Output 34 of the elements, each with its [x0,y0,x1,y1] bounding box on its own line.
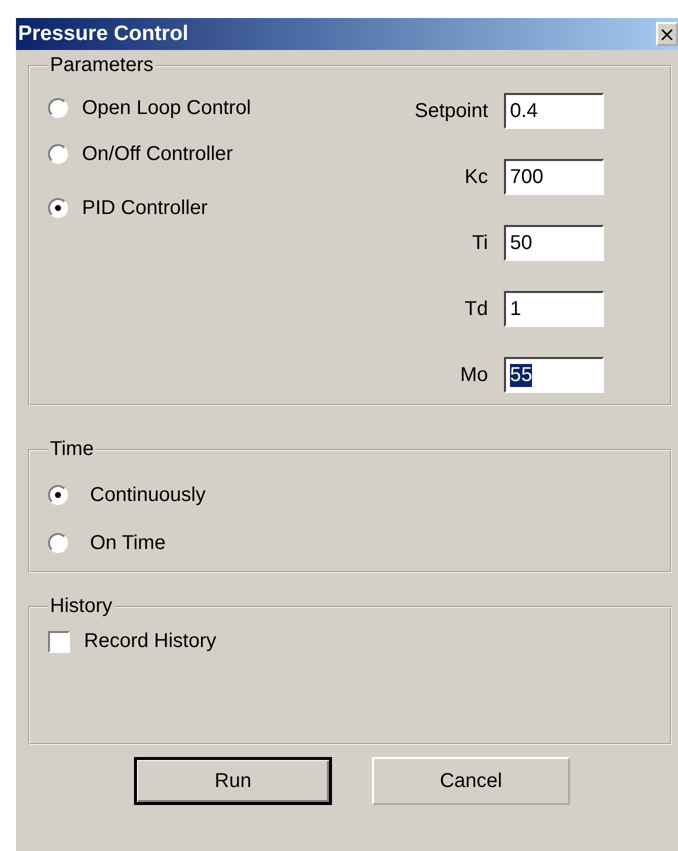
input-field[interactable]: 1 [504,291,604,327]
input-field[interactable]: 0.4 [504,93,604,129]
field-label: Td [464,298,488,320]
field-label: Setpoint [414,100,488,122]
input-field[interactable]: 700 [504,159,604,195]
checkbox-label: Record History [84,630,216,653]
radio-button[interactable] [48,198,68,218]
field-value: 700 [510,166,544,188]
field-value: 50 [510,232,532,254]
dialog-button[interactable]: Cancel [372,757,570,805]
field-label: Mo [460,364,488,386]
field-label: Ti [472,232,488,254]
radio-button[interactable] [48,533,68,553]
radio-label: On Time [90,532,166,554]
field-label: Kc [464,166,488,188]
group-title: Time [49,438,95,461]
window-title: Pressure Control [18,22,188,46]
checkbox[interactable] [48,630,70,652]
radio-label: Open Loop Control [82,96,252,120]
field-value: 0.4 [510,100,538,122]
group-title: Parameters [49,54,154,77]
radio-label: Continuously [90,484,206,506]
group-title: History [49,595,114,618]
input-field[interactable]: 50 [504,225,604,261]
radio-label: PID Controller [82,196,208,220]
radio-button[interactable] [48,144,68,164]
field-value: 1 [510,298,522,320]
radio-button[interactable] [48,485,68,505]
close-button[interactable]: × [656,22,678,46]
radio-label: On/Off Controller [82,142,233,166]
dialog-button[interactable]: Run [134,757,332,805]
field-value: 55 [510,364,532,386]
radio-button[interactable] [48,98,68,118]
input-field[interactable]: 55 [504,357,604,393]
